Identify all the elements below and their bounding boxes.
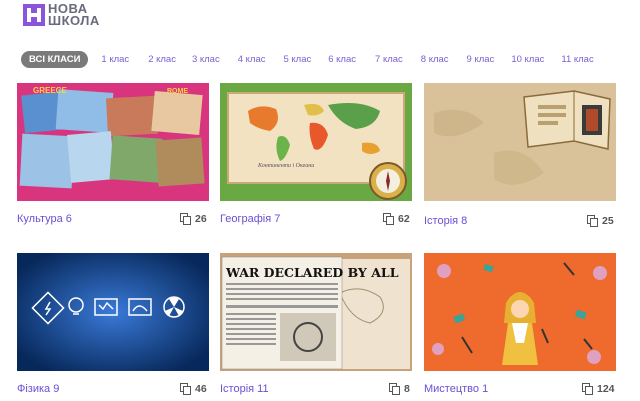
- thumb-text-greece: GREECE: [33, 86, 67, 95]
- course-title[interactable]: Фізика 9: [17, 383, 59, 395]
- copy-icon: [389, 383, 400, 395]
- filter-grade-5[interactable]: 5 клас: [283, 51, 311, 68]
- logo-line-2: ШКОЛА: [48, 13, 100, 28]
- thumb-text-headline: WAR DECLARED BY ALL: [225, 265, 399, 280]
- lesson-count-value: 26: [195, 213, 207, 225]
- filter-grade-4[interactable]: 4 клас: [238, 51, 266, 68]
- lesson-count-value: 46: [195, 383, 207, 395]
- filter-grade-7[interactable]: 7 клас: [375, 51, 403, 68]
- course-thumbnail-geography[interactable]: Континенти і Океани: [220, 83, 412, 201]
- copy-icon: [587, 215, 598, 227]
- course-thumbnail-culture[interactable]: GREECE ROME: [17, 83, 209, 201]
- filter-grade-1[interactable]: 1 клас: [101, 51, 129, 68]
- lesson-count-value: 62: [398, 213, 410, 225]
- course-title[interactable]: Мистецтво 1: [424, 383, 488, 395]
- logo-text: НОВА ШКОЛА: [48, 2, 100, 28]
- filter-all-grades[interactable]: ВСІ КЛАСИ: [21, 51, 89, 68]
- lesson-count-value: 124: [597, 383, 615, 395]
- lesson-count-value: 25: [602, 215, 614, 227]
- course-thumbnail-history-8[interactable]: [424, 83, 616, 201]
- filter-grade-9[interactable]: 9 клас: [467, 51, 495, 68]
- copy-icon: [582, 383, 593, 395]
- course-thumbnail-physics[interactable]: [17, 253, 209, 371]
- lesson-count: 124: [582, 383, 615, 395]
- lesson-count: 25: [587, 215, 614, 227]
- copy-icon: [180, 383, 191, 395]
- filter-grade-11[interactable]: 11 клас: [561, 51, 593, 68]
- filter-grade-10[interactable]: 10 клас: [511, 51, 544, 68]
- lesson-count: 8: [389, 383, 410, 395]
- copy-icon: [180, 213, 191, 225]
- logo-mark-icon: [23, 4, 45, 26]
- course-title[interactable]: Історія 11: [220, 383, 269, 395]
- course-title[interactable]: Історія 8: [424, 215, 467, 227]
- grade-filter-bar: ВСІ КЛАСИ 1 клас 2 клас 3 клас 4 клас 5 …: [21, 51, 594, 68]
- filter-grade-2[interactable]: 2 клас: [148, 51, 176, 68]
- thumb-text-rome: ROME: [167, 88, 188, 95]
- course-thumbnail-history-11[interactable]: WAR DECLARED BY ALL: [220, 253, 412, 371]
- logo[interactable]: НОВА ШКОЛА: [23, 2, 100, 28]
- lesson-count: 46: [180, 383, 207, 395]
- course-title[interactable]: Географія 7: [220, 213, 280, 225]
- copy-icon: [383, 213, 394, 225]
- filter-grade-3[interactable]: 3 клас: [192, 51, 220, 68]
- filter-grade-6[interactable]: 6 клас: [328, 51, 356, 68]
- lesson-count-value: 8: [404, 383, 410, 395]
- lesson-count: 62: [383, 213, 410, 225]
- filter-grade-8[interactable]: 8 клас: [421, 51, 449, 68]
- course-thumbnail-art[interactable]: [424, 253, 616, 371]
- course-title[interactable]: Культура 6: [17, 213, 72, 225]
- thumb-text-geo: Континенти і Океани: [257, 163, 314, 169]
- lesson-count: 26: [180, 213, 207, 225]
